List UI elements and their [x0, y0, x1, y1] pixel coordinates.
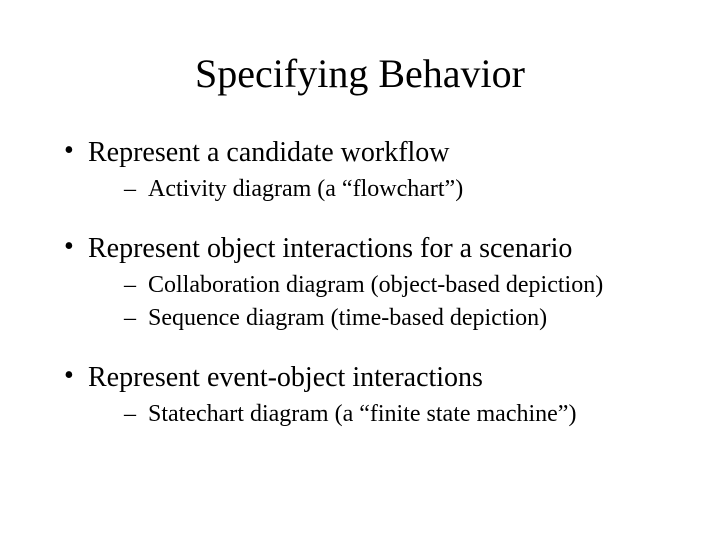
sub-list: Collaboration diagram (object-based depi… — [88, 269, 660, 334]
slide-title: Specifying Behavior — [60, 50, 660, 97]
sub-item: Collaboration diagram (object-based depi… — [88, 269, 660, 301]
sub-item: Statechart diagram (a “finite state mach… — [88, 398, 660, 430]
sub-text: Collaboration diagram (object-based depi… — [148, 272, 603, 298]
bullet-item: Represent event-object interactions Stat… — [60, 362, 660, 430]
sub-item: Activity diagram (a “flowchart”) — [88, 173, 660, 205]
bullet-item: Represent a candidate workflow Activity … — [60, 137, 660, 205]
sub-list: Activity diagram (a “flowchart”) — [88, 173, 660, 205]
bullet-text: Represent a candidate workflow — [88, 137, 450, 168]
slide: Specifying Behavior Represent a candidat… — [0, 0, 720, 540]
bullet-text: Represent object interactions for a scen… — [88, 233, 572, 264]
sub-text: Activity diagram (a “flowchart”) — [148, 176, 463, 202]
sub-text: Statechart diagram (a “finite state mach… — [148, 401, 576, 427]
sub-list: Statechart diagram (a “finite state mach… — [88, 398, 660, 430]
sub-item: Sequence diagram (time-based depiction) — [88, 302, 660, 334]
sub-text: Sequence diagram (time-based depiction) — [148, 305, 547, 331]
bullet-list: Represent a candidate workflow Activity … — [60, 137, 660, 431]
bullet-item: Represent object interactions for a scen… — [60, 233, 660, 334]
bullet-text: Represent event-object interactions — [88, 362, 483, 393]
